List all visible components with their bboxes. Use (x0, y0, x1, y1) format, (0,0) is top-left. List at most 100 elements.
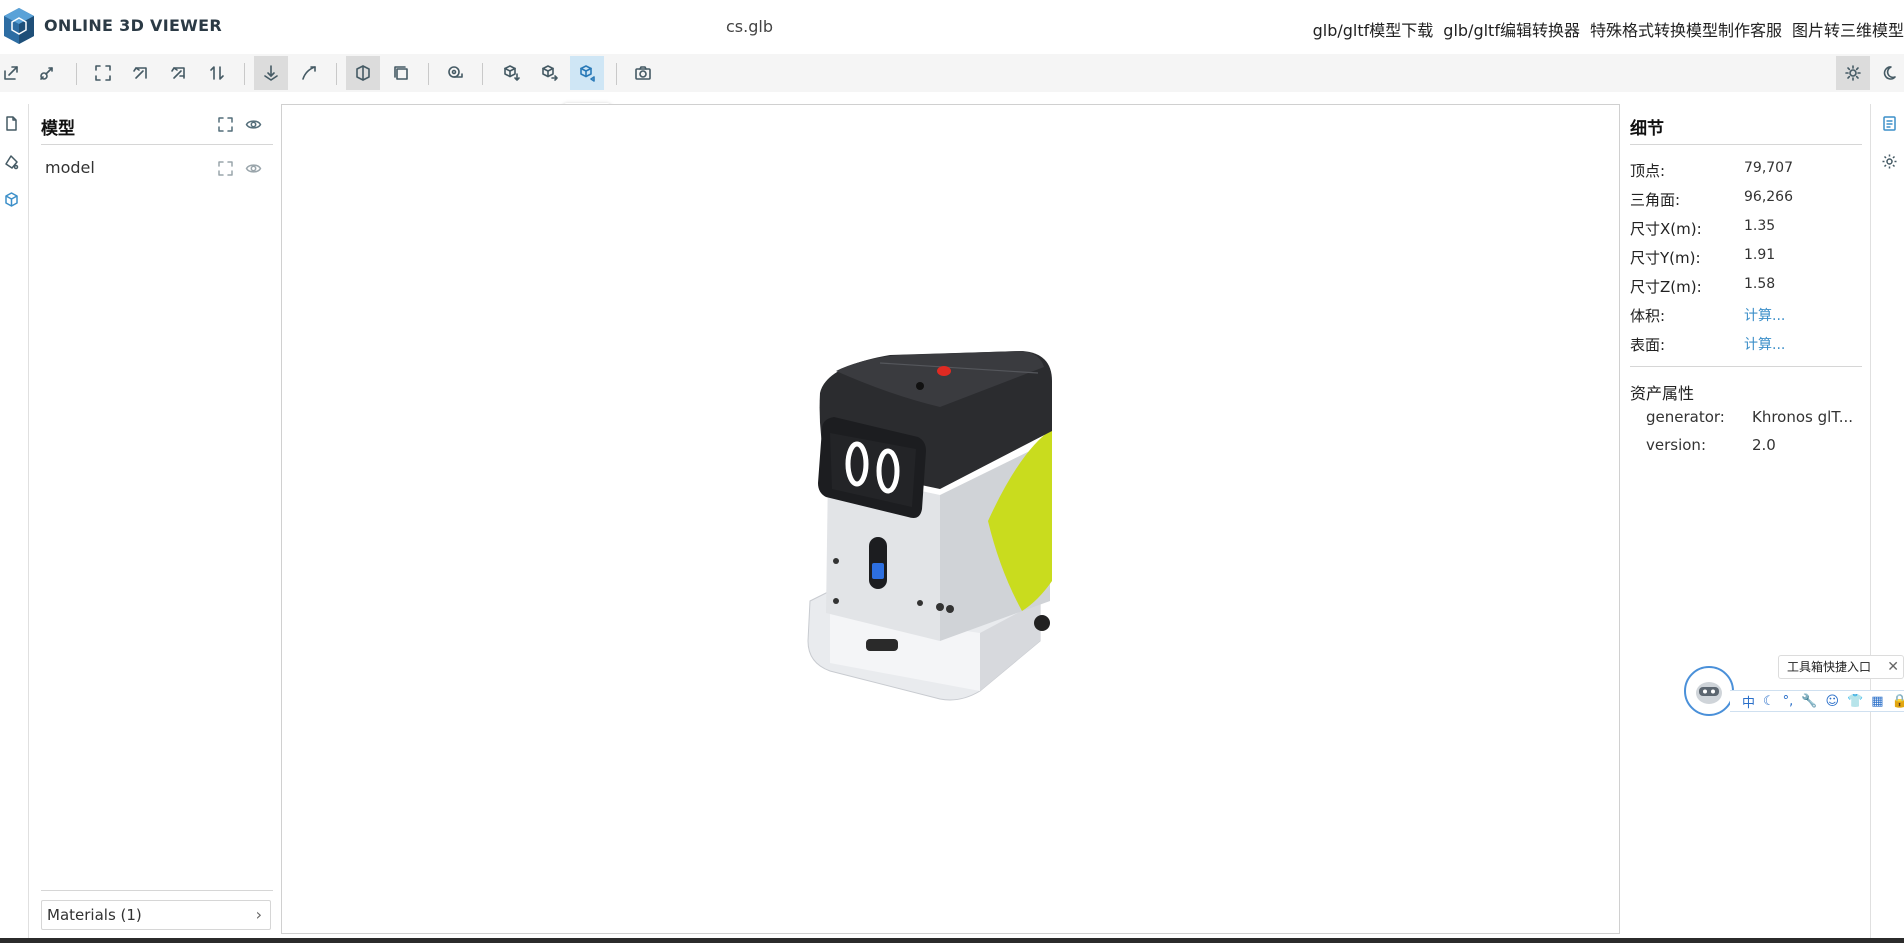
asset-row-version: version: 2.0 (1646, 434, 1862, 458)
3d-viewport[interactable] (281, 104, 1620, 934)
link-editor-converter[interactable]: glb/gltf编辑转换器 (1443, 17, 1580, 41)
link-model-download[interactable]: glb/gltf模型下载 (1313, 17, 1434, 41)
prop-row-triangles: 三角面: 96,266 (1630, 187, 1860, 211)
robot-model-render[interactable] (790, 311, 1110, 711)
fixed-up-vector-button[interactable] (254, 56, 288, 90)
perspective-icon (356, 65, 370, 81)
asset-key: version: (1646, 436, 1706, 454)
orthographic-camera-button[interactable] (384, 56, 418, 90)
bottom-edge (0, 938, 1904, 943)
eye-icon (245, 119, 261, 129)
fit-to-window-button[interactable] (86, 56, 120, 90)
gear-icon (1882, 154, 1896, 168)
chevron-right-icon: › (255, 905, 262, 924)
asset-value: Khronos glT... (1752, 408, 1854, 426)
light-mode-button[interactable] (1836, 56, 1870, 90)
toolbox-shortcut-label[interactable]: 工具箱快捷入口 ✕ (1778, 655, 1904, 679)
prop-key: 顶点: (1630, 162, 1666, 180)
model-tree-panel: 模型 model Materials (1) › (28, 104, 274, 938)
link-image-to-3d[interactable]: 图片转三维模型 (1792, 17, 1904, 41)
file-icon (5, 115, 17, 131)
download-button[interactable] (494, 56, 528, 90)
prop-key: 三角面: (1630, 191, 1681, 209)
link-special-service[interactable]: 特殊格式转换模型制作客服 (1590, 17, 1782, 41)
fit-icon (217, 116, 233, 132)
toolbox-avatar[interactable] (1684, 666, 1734, 716)
link-icon (40, 67, 53, 80)
free-orbit-button[interactable] (292, 56, 326, 90)
fit-all-button[interactable] (215, 114, 235, 134)
prop-row-size-z: 尺寸Z(m): 1.58 (1630, 274, 1860, 298)
prop-row-size-y: 尺寸Y(m): 1.91 (1630, 245, 1860, 269)
toolbox-bar: 中 ☾ °, 🔧 ☺ 👕 ▦ 🔒 (1730, 690, 1904, 712)
materials-label: Materials (1) (47, 906, 142, 924)
lock-icon[interactable]: 🔒 (1892, 694, 1904, 709)
flip-up-vector-button[interactable] (162, 56, 196, 90)
prop-value: 96,266 (1744, 189, 1793, 205)
meshes-tab[interactable] (0, 186, 22, 212)
set-up-vector-button[interactable] (124, 56, 158, 90)
tree-item-model[interactable]: model (45, 158, 95, 177)
prop-row-surface: 表面: 计算... (1630, 332, 1860, 356)
calculate-volume-link[interactable]: 计算... (1744, 305, 1785, 325)
prop-key: 表面: (1630, 336, 1666, 354)
files-tab[interactable] (0, 110, 22, 136)
punctuation-icon[interactable]: °, (1783, 694, 1794, 709)
toggle-model-visibility-button[interactable] (243, 158, 263, 178)
wrench-icon[interactable]: 🔧 (1801, 694, 1817, 709)
language-toggle[interactable]: 中 (1742, 692, 1755, 711)
camera-icon (635, 66, 651, 80)
app-brand[interactable]: ONLINE 3D VIEWER (44, 16, 222, 35)
prop-row-volume: 体积: 计算... (1630, 303, 1860, 327)
prop-value: 1.91 (1744, 247, 1776, 263)
perspective-camera-button[interactable] (346, 56, 380, 90)
measure-button[interactable] (438, 56, 472, 90)
calculate-surface-link[interactable]: 计算... (1744, 334, 1785, 354)
prop-value: 1.35 (1744, 218, 1776, 234)
open-url-button[interactable] (30, 56, 64, 90)
open-file-icon (4, 66, 18, 80)
flip-icon (171, 67, 185, 79)
asset-row-generator: generator: Khronos glT... (1646, 406, 1862, 430)
cube-share-icon (580, 65, 595, 82)
snapshot-button[interactable] (626, 56, 660, 90)
eye-icon (245, 163, 261, 173)
share-button[interactable] (570, 56, 604, 90)
details-tab[interactable] (1877, 110, 1901, 136)
prop-value: 1.58 (1744, 276, 1776, 292)
app-header: ONLINE 3D VIEWER cs.glb glb/gltf模型下载 glb… (0, 0, 1904, 54)
robot-mascot-icon (1696, 682, 1722, 704)
export-button[interactable] (532, 56, 566, 90)
prop-key: 尺寸Y(m): (1630, 249, 1701, 267)
fit-icon (95, 65, 111, 81)
grid-icon[interactable]: ▦ (1871, 694, 1883, 709)
details-panel: 细节 顶点: 79,707 三角面: 96,266 尺寸X(m): 1.35 尺… (1628, 104, 1862, 934)
show-all-button[interactable] (243, 114, 263, 134)
details-title: 细节 (1630, 119, 1664, 139)
close-icon[interactable]: ✕ (1887, 656, 1899, 678)
orthographic-icon (394, 66, 408, 80)
flip-axis-button[interactable] (200, 56, 234, 90)
cube-icon (4, 191, 18, 207)
prop-row-size-x: 尺寸X(m): 1.35 (1630, 216, 1860, 240)
sun-icon (1845, 65, 1861, 81)
header-links: glb/gltf模型下载 glb/gltf编辑转换器 特殊格式转换模型制作客服 … (1313, 17, 1904, 41)
materials-section[interactable]: Materials (1) › (41, 900, 271, 930)
moon-icon[interactable]: ☾ (1763, 694, 1775, 709)
materials-tab[interactable] (0, 148, 22, 174)
app-logo-icon[interactable] (2, 6, 36, 46)
file-name: cs.glb (726, 17, 773, 36)
settings-tab[interactable] (1877, 148, 1901, 174)
fit-model-button[interactable] (215, 158, 235, 178)
asset-value: 2.0 (1752, 436, 1776, 454)
prop-value: 79,707 (1744, 160, 1793, 176)
toolbar (0, 54, 1904, 92)
dark-mode-button[interactable] (1874, 56, 1904, 90)
open-file-button[interactable] (0, 56, 28, 90)
shirt-icon[interactable]: 👕 (1847, 694, 1863, 709)
smile-icon[interactable]: ☺ (1826, 694, 1840, 709)
up-vector-icon (133, 67, 147, 79)
fit-icon (217, 160, 233, 176)
asset-properties-title: 资产属性 (1630, 384, 1695, 403)
prop-key: 尺寸Z(m): (1630, 278, 1702, 296)
